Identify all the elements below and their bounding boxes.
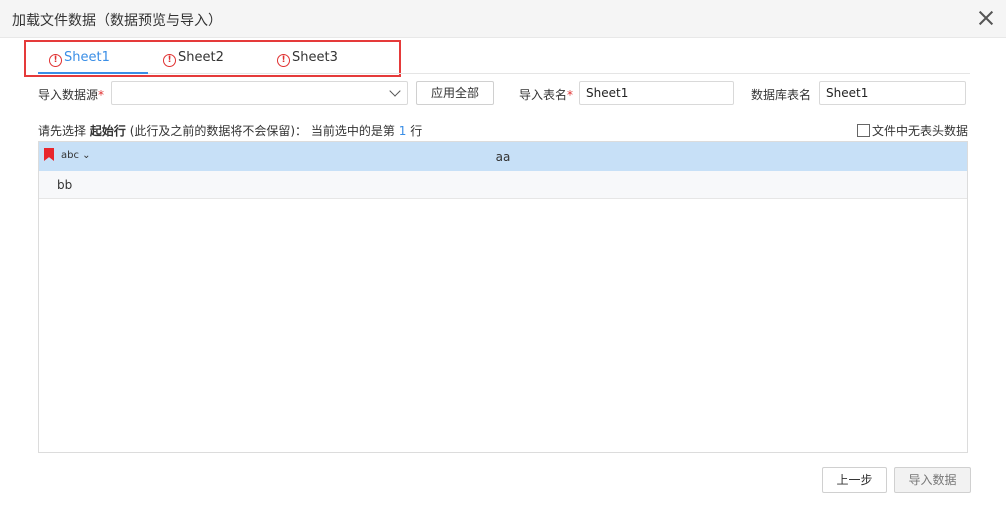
tab-bar-divider bbox=[38, 73, 970, 74]
warning-icon: ! bbox=[49, 54, 62, 67]
grid-header-row[interactable]: abc ⌄ aa bbox=[39, 142, 967, 171]
warning-icon: ! bbox=[277, 54, 290, 67]
dialog-title: 加载文件数据（数据预览与导入） bbox=[12, 13, 222, 29]
checkbox-icon[interactable] bbox=[856, 124, 870, 137]
tab-label: Sheet2 bbox=[178, 50, 224, 65]
active-tab-indicator bbox=[38, 72, 148, 74]
db-table-label: 数据库表名 bbox=[751, 88, 812, 102]
source-label: 导入数据源* bbox=[38, 88, 105, 102]
dialog-titlebar: 加载文件数据（数据预览与导入） bbox=[0, 0, 1006, 38]
tab-label: Sheet3 bbox=[292, 50, 338, 65]
prev-step-button[interactable]: 上一步 bbox=[822, 467, 887, 493]
tab-sheet3[interactable]: ! Sheet3 bbox=[277, 50, 338, 72]
column-header-aa: aa bbox=[495, 150, 511, 164]
chevron-down-icon bbox=[389, 85, 401, 97]
tab-sheet2[interactable]: ! Sheet2 bbox=[163, 50, 224, 72]
db-table-input[interactable] bbox=[819, 81, 966, 105]
import-table-label: 导入表名* bbox=[519, 88, 574, 102]
import-table-input[interactable] bbox=[579, 81, 734, 105]
no-header-label: 文件中无表头数据 bbox=[871, 124, 968, 138]
apply-all-button[interactable]: 应用全部 bbox=[416, 81, 494, 105]
start-row-hint: 请先选择 起始行 (此行及之前的数据将不会保留)： 当前选中的是第 1 行 bbox=[38, 124, 423, 138]
close-icon[interactable] bbox=[976, 8, 996, 28]
table-row[interactable]: bb bbox=[39, 171, 967, 199]
tab-label: Sheet1 bbox=[64, 50, 110, 65]
source-select[interactable] bbox=[111, 81, 408, 105]
warning-icon: ! bbox=[163, 54, 176, 67]
no-header-checkbox[interactable]: 文件中无表头数据 bbox=[856, 122, 968, 139]
import-data-button[interactable]: 导入数据 bbox=[894, 467, 971, 493]
data-preview-grid: abc ⌄ aa bb bbox=[38, 141, 968, 453]
tab-sheet1[interactable]: ! Sheet1 bbox=[49, 50, 110, 72]
table-cell: bb bbox=[57, 178, 73, 192]
